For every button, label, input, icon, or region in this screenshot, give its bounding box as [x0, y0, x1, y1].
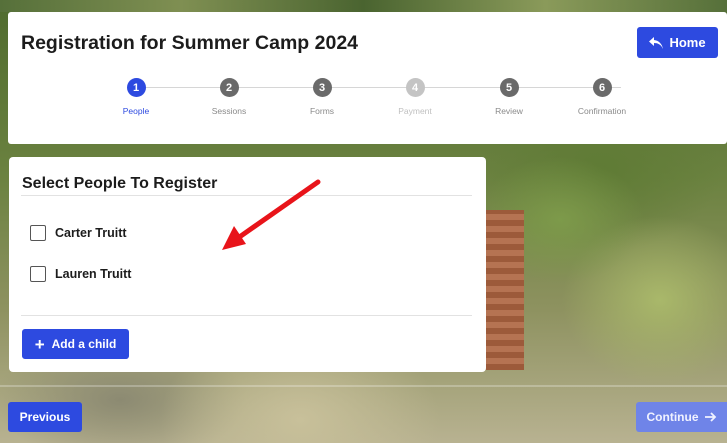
previous-button[interactable]: Previous — [8, 402, 82, 432]
person-row-carter-truitt[interactable]: Carter Truitt — [30, 225, 127, 241]
person-checkbox[interactable] — [30, 266, 46, 282]
add-child-label: Add a child — [51, 337, 117, 351]
plus-icon: + — [34, 334, 45, 354]
person-name: Carter Truitt — [55, 226, 127, 240]
step-number: 6 — [592, 78, 612, 97]
registration-header: Registration for Summer Camp 2024 Home 1… — [8, 12, 727, 144]
person-checkbox[interactable] — [30, 225, 46, 241]
home-button-label: Home — [669, 35, 706, 50]
step-label: Forms — [309, 106, 335, 116]
background-brick-wall — [486, 210, 524, 370]
step-label: Confirmation — [577, 106, 627, 116]
step-number: 3 — [312, 78, 332, 97]
step-label: Review — [495, 106, 523, 116]
home-button[interactable]: Home — [637, 27, 718, 58]
step-review: 5 Review — [464, 78, 554, 116]
step-label: Payment — [398, 106, 432, 116]
step-number: 5 — [499, 78, 519, 97]
continue-button[interactable]: Continue — [636, 402, 727, 432]
continue-label: Continue — [646, 410, 699, 424]
step-number: 1 — [126, 78, 146, 97]
step-number: 2 — [219, 78, 239, 97]
add-child-button[interactable]: + Add a child — [22, 329, 129, 359]
step-payment: 4 Payment — [370, 78, 460, 116]
step-sessions: 2 Sessions — [184, 78, 274, 116]
card-divider-top — [21, 195, 472, 196]
progress-stepper: 1 People 2 Sessions 3 Forms 4 Payment 5 … — [8, 78, 727, 128]
person-name: Lauren Truitt — [55, 267, 132, 281]
step-forms: 3 Forms — [277, 78, 367, 116]
card-divider-bottom — [21, 315, 472, 316]
background-top-strip — [0, 0, 727, 12]
arrow-right-icon — [704, 412, 716, 422]
step-label: People — [122, 106, 150, 116]
step-confirmation: 6 Confirmation — [557, 78, 647, 116]
step-number: 4 — [405, 78, 425, 97]
nav-divider — [0, 385, 727, 387]
card-title: Select People To Register — [22, 175, 218, 192]
page-title: Registration for Summer Camp 2024 — [21, 32, 359, 54]
select-people-card: Select People To Register Carter Truitt … — [9, 157, 486, 372]
step-people: 1 People — [91, 78, 181, 116]
reply-arrow-icon — [649, 36, 664, 49]
person-row-lauren-truitt[interactable]: Lauren Truitt — [30, 266, 131, 282]
step-label: Sessions — [211, 106, 247, 116]
